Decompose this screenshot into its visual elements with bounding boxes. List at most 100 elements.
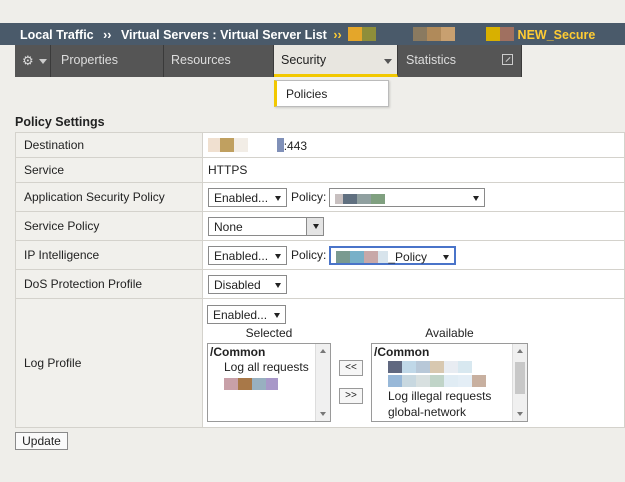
list-item[interactable]: Log illegal requests bbox=[388, 389, 491, 403]
scroll-up-icon bbox=[320, 349, 326, 353]
move-left-button[interactable]: << bbox=[339, 360, 363, 376]
redacted-block bbox=[234, 137, 248, 152]
scrollbar[interactable] bbox=[315, 344, 330, 421]
chevron-down-icon bbox=[39, 59, 47, 64]
available-list-header: Available bbox=[425, 326, 474, 340]
tab-gear-menu[interactable]: ⚙ bbox=[15, 45, 51, 77]
tab-security[interactable]: Security bbox=[274, 45, 398, 77]
external-link-icon[interactable] bbox=[502, 54, 513, 65]
chevron-down-icon bbox=[313, 223, 319, 229]
tab-label: Statistics bbox=[406, 53, 457, 67]
redacted-block bbox=[472, 375, 486, 387]
ip-intelligence-state-select[interactable]: Enabled... bbox=[208, 245, 287, 265]
chevron-down-icon bbox=[275, 253, 281, 259]
select-value: _Policy bbox=[388, 249, 428, 264]
chevron-down-icon bbox=[275, 282, 281, 288]
breadcrumb-local-traffic[interactable]: Local Traffic bbox=[20, 28, 94, 42]
list-item[interactable]: Log all requests bbox=[224, 360, 309, 374]
destination-value: :443 bbox=[202, 132, 625, 158]
select-value: Enabled... bbox=[214, 248, 269, 263]
redacted-block bbox=[348, 27, 363, 41]
list-item[interactable]: global-network bbox=[388, 405, 466, 419]
redacted-block bbox=[427, 27, 442, 41]
redacted-block bbox=[388, 375, 402, 387]
redacted-block bbox=[388, 361, 402, 373]
asp-controls: Enabled... Policy: bbox=[202, 182, 625, 212]
redacted-block bbox=[220, 137, 234, 152]
redacted-block bbox=[357, 193, 372, 204]
tab-label: Security bbox=[281, 53, 327, 67]
list-group-header: /Common bbox=[210, 345, 266, 359]
list-item[interactable] bbox=[388, 360, 472, 374]
tab-statistics[interactable]: Statistics bbox=[398, 45, 522, 77]
section-title: Policy Settings bbox=[15, 115, 105, 129]
chevron-down-icon bbox=[473, 195, 480, 201]
table-row: IP Intelligence Enabled... Policy: _Policy bbox=[15, 240, 625, 270]
redacted-block bbox=[430, 375, 444, 387]
chevron-down-icon bbox=[274, 313, 280, 318]
breadcrumb-separator: ›› bbox=[333, 28, 342, 42]
tab-label: Properties bbox=[61, 53, 118, 67]
move-right-button[interactable]: >> bbox=[339, 388, 363, 404]
tab-bar: ⚙ Properties Resources Security Statisti… bbox=[15, 45, 522, 77]
redacted-block bbox=[378, 250, 389, 263]
service-policy-controls: None bbox=[202, 211, 625, 241]
redacted-block bbox=[416, 361, 430, 373]
service-value: HTTPS bbox=[202, 157, 625, 183]
scroll-down-icon bbox=[517, 412, 523, 416]
redacted-block bbox=[413, 27, 428, 41]
redacted-block bbox=[362, 27, 377, 41]
scroll-up-icon bbox=[517, 349, 523, 353]
redacted-block bbox=[208, 137, 220, 152]
table-row: Service HTTPS bbox=[15, 157, 625, 183]
update-button[interactable]: Update bbox=[15, 432, 68, 450]
list-group-header: /Common bbox=[374, 345, 430, 359]
select-value: Enabled... bbox=[214, 190, 269, 205]
scrollbar[interactable] bbox=[512, 344, 527, 421]
row-label: Application Security Policy bbox=[15, 182, 203, 212]
row-label: Destination bbox=[15, 132, 203, 158]
chevron-down-icon bbox=[384, 59, 392, 64]
breadcrumb-virtual-server-list[interactable]: Virtual Servers : Virtual Server List bbox=[121, 28, 327, 42]
log-profile-state-select[interactable]: Enabled... bbox=[207, 305, 286, 324]
dos-profile-select[interactable]: Disabled bbox=[208, 274, 287, 294]
menu-item-policies[interactable]: Policies bbox=[286, 87, 327, 101]
asp-policy-select[interactable] bbox=[329, 187, 486, 207]
ip-intelligence-policy-select[interactable]: _Policy bbox=[329, 245, 457, 265]
available-log-profiles-list[interactable]: /Common Log illegal requests global-netw… bbox=[371, 343, 528, 422]
select-value: Disabled bbox=[214, 277, 261, 292]
selected-log-profiles-list[interactable]: /Common Log all requests bbox=[207, 343, 331, 422]
redacted-block bbox=[441, 27, 456, 41]
table-row: Application Security Policy Enabled... Po… bbox=[15, 182, 625, 212]
redacted-block bbox=[402, 375, 416, 387]
redacted-block bbox=[336, 250, 351, 263]
list-item[interactable] bbox=[388, 374, 486, 388]
tab-label: Resources bbox=[171, 53, 231, 67]
select-value: None bbox=[214, 219, 243, 234]
redacted-block bbox=[430, 361, 444, 373]
redacted-block bbox=[444, 375, 458, 387]
redacted-block bbox=[238, 378, 252, 390]
asp-state-select[interactable]: Enabled... bbox=[208, 187, 287, 207]
list-item[interactable] bbox=[224, 377, 278, 391]
service-policy-select[interactable]: None bbox=[208, 216, 324, 236]
redacted-block bbox=[276, 137, 284, 152]
table-row: DoS Protection Profile Disabled bbox=[15, 269, 625, 299]
policy-label: Policy: bbox=[291, 190, 327, 204]
security-dropdown-menu: Policies bbox=[274, 80, 389, 107]
dropdown-button bbox=[306, 217, 323, 235]
scroll-down-icon bbox=[320, 412, 326, 416]
table-row: Service Policy None bbox=[15, 211, 625, 241]
redacted-block bbox=[343, 193, 358, 204]
redacted-block bbox=[266, 378, 278, 390]
redacted-block bbox=[402, 361, 416, 373]
redacted-block bbox=[252, 378, 266, 390]
row-label: Service bbox=[15, 157, 203, 183]
scroll-thumb[interactable] bbox=[515, 362, 525, 394]
chevron-down-icon bbox=[443, 254, 450, 260]
tab-resources[interactable]: Resources bbox=[164, 45, 274, 77]
select-value: Enabled... bbox=[213, 308, 268, 322]
redacted-block bbox=[500, 27, 515, 41]
tab-properties[interactable]: Properties bbox=[51, 45, 164, 77]
redacted-block bbox=[486, 27, 501, 41]
